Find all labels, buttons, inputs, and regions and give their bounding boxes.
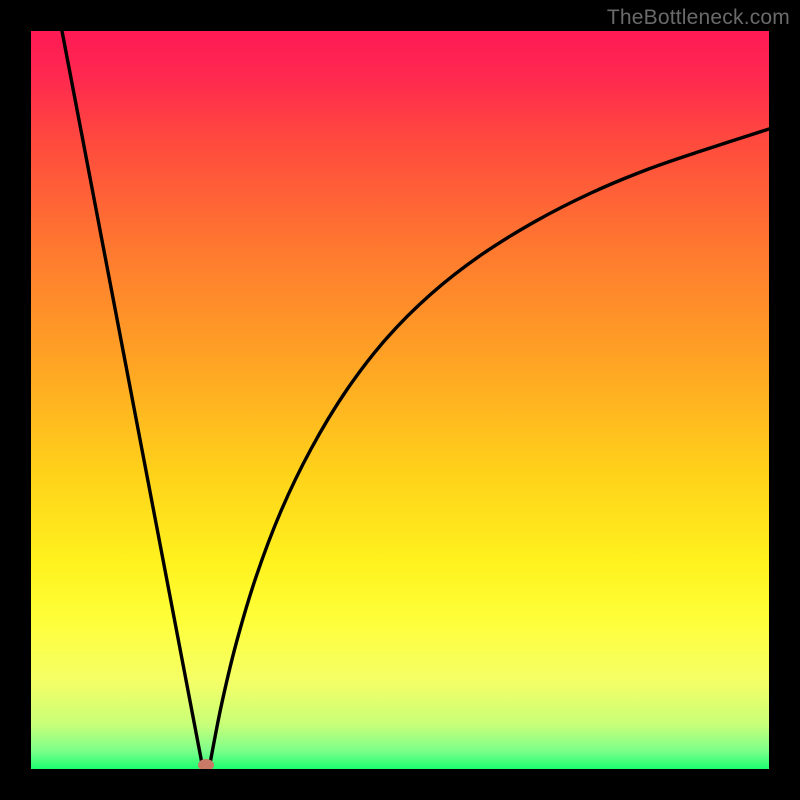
watermark-text: TheBottleneck.com — [607, 6, 790, 30]
chart-frame — [31, 31, 769, 769]
bottleneck-chart — [31, 31, 769, 769]
chart-background — [31, 31, 769, 769]
